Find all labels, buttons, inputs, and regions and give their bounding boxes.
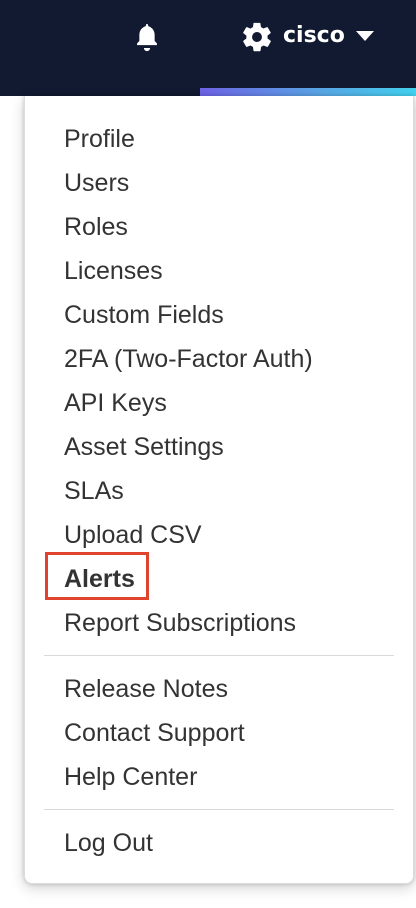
menu-item-release-notes[interactable]: Release Notes — [64, 671, 228, 707]
menu-divider — [44, 809, 394, 810]
menu-item-help-center[interactable]: Help Center — [64, 759, 197, 795]
menu-item-contact-support[interactable]: Contact Support — [64, 715, 245, 751]
menu-item-users[interactable]: Users — [64, 165, 129, 201]
bell-icon[interactable] — [130, 20, 164, 54]
menu-item-roles[interactable]: Roles — [64, 209, 128, 245]
menu-item-slas[interactable]: SLAs — [64, 473, 124, 509]
menu-item-profile[interactable]: Profile — [64, 121, 135, 157]
menu-item-2fa[interactable]: 2FA (Two-Factor Auth) — [64, 341, 313, 377]
menu-item-log-out[interactable]: Log Out — [64, 825, 153, 861]
gear-icon — [243, 22, 271, 52]
menu-divider — [44, 655, 394, 656]
menu-item-upload-csv[interactable]: Upload CSV — [64, 517, 202, 553]
menu-item-asset-settings[interactable]: Asset Settings — [64, 429, 224, 465]
username-label: cisco — [283, 23, 345, 48]
menu-item-report-subscriptions[interactable]: Report Subscriptions — [64, 605, 296, 641]
accent-stripe — [200, 88, 416, 96]
menu-item-api-keys[interactable]: API Keys — [64, 385, 167, 421]
menu-item-custom-fields[interactable]: Custom Fields — [64, 297, 224, 333]
caret-down-icon — [356, 31, 374, 41]
menu-item-licenses[interactable]: Licenses — [64, 253, 163, 289]
menu-item-alerts[interactable]: Alerts — [64, 561, 135, 597]
